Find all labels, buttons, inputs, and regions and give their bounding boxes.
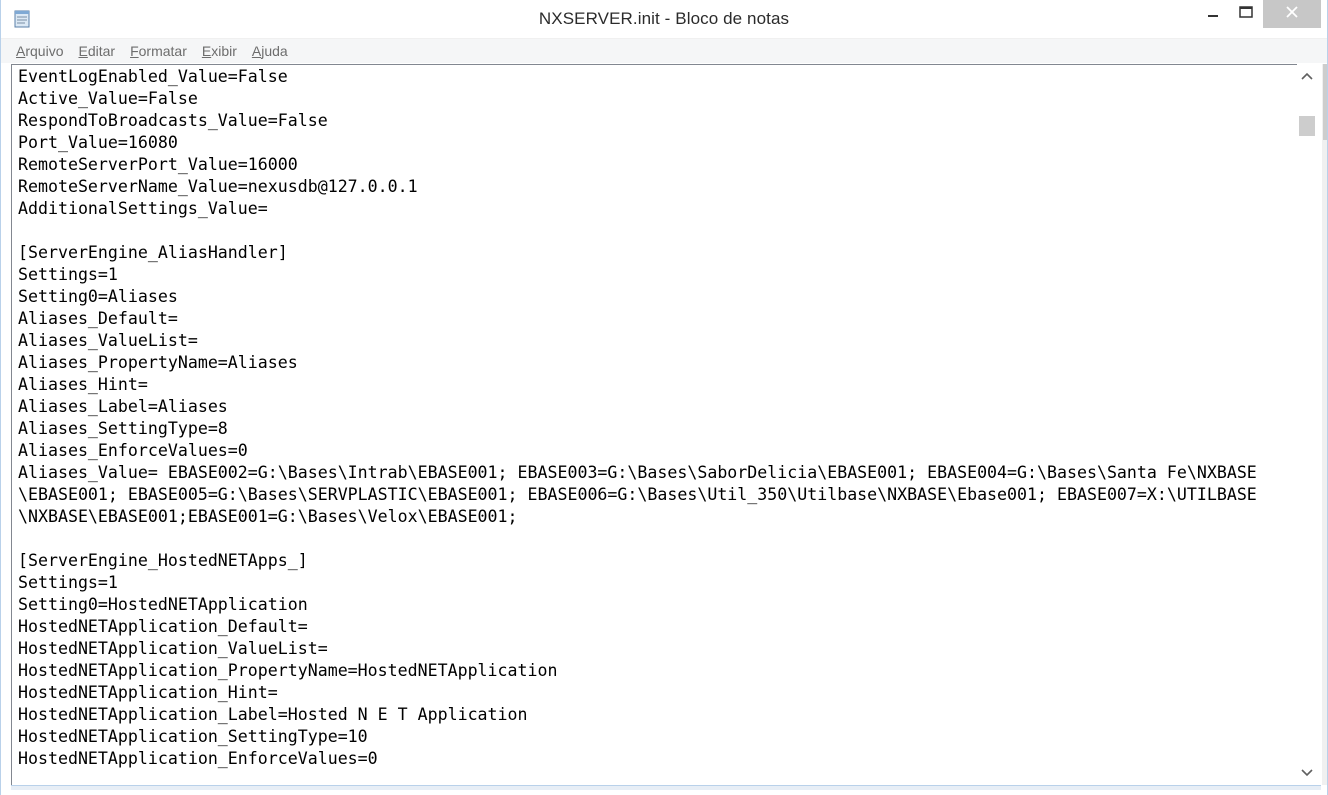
- vertical-scrollbar[interactable]: [1297, 64, 1317, 785]
- document-text[interactable]: EventLogEnabled_Value=False Active_Value…: [12, 65, 1297, 770]
- maximize-button[interactable]: [1230, 0, 1262, 28]
- menu-editar[interactable]: Editar: [70, 40, 122, 62]
- close-icon: [1286, 5, 1298, 23]
- window-bottom-frame: [1, 790, 1327, 795]
- menu-arquivo[interactable]: Arquivo: [1, 40, 70, 62]
- notepad-window: NXSERVER.init - Bloco de notas Arquivo E…: [0, 0, 1328, 795]
- outer-scroll-thumb[interactable]: [1323, 64, 1327, 140]
- menu-ajuda[interactable]: Ajuda: [244, 40, 295, 62]
- chevron-down-icon: [1301, 764, 1313, 782]
- scroll-up-button[interactable]: [1297, 66, 1317, 86]
- chevron-up-icon: [1301, 67, 1313, 85]
- text-editor[interactable]: EventLogEnabled_Value=False Active_Value…: [11, 64, 1297, 786]
- minimize-icon: [1207, 5, 1219, 23]
- scroll-thumb[interactable]: [1299, 116, 1315, 136]
- window-right-edge: [1322, 64, 1327, 785]
- maximize-icon: [1239, 5, 1253, 23]
- window-title: NXSERVER.init - Bloco de notas: [538, 9, 790, 28]
- scroll-down-button[interactable]: [1297, 763, 1317, 783]
- menu-exibir[interactable]: Exibir: [194, 40, 244, 62]
- menu-formatar[interactable]: Formatar: [122, 40, 194, 62]
- title-bar[interactable]: NXSERVER.init - Bloco de notas: [1, 0, 1327, 38]
- menu-bar: Arquivo Editar Formatar Exibir Ajuda: [1, 38, 1327, 63]
- close-button[interactable]: [1263, 0, 1321, 28]
- minimize-button[interactable]: [1197, 0, 1229, 28]
